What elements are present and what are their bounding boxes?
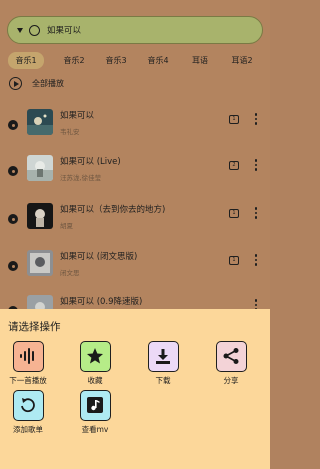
play-circle-icon bbox=[9, 77, 22, 90]
action-sheet: 请选择操作 下一首播放 收藏 下载 分享 添加歌单 查看mv bbox=[0, 309, 270, 469]
album-cover bbox=[27, 203, 53, 229]
tab-music1[interactable]: 音乐1 bbox=[8, 52, 44, 69]
action-label: 收藏 bbox=[87, 376, 103, 385]
search-bar[interactable]: 如果可以 bbox=[7, 16, 263, 44]
star-icon bbox=[79, 341, 111, 372]
action-label: 查看mv bbox=[81, 425, 109, 434]
song-artist: 汪苏泷,徐佳莹 bbox=[60, 174, 102, 182]
song-artist: 韦礼安 bbox=[60, 128, 80, 136]
quality-badge: 1 bbox=[229, 115, 239, 124]
more-options-icon[interactable] bbox=[253, 113, 259, 129]
play-next-action[interactable]: 下一首播放 bbox=[0, 341, 58, 386]
song-row[interactable]: 如果可以 韦礼安 1 bbox=[0, 106, 270, 146]
music-note-icon bbox=[79, 390, 111, 421]
action-label: 下载 bbox=[155, 376, 171, 385]
song-play-icon[interactable] bbox=[8, 214, 18, 224]
album-cover bbox=[27, 155, 53, 181]
song-artist: 胡夏 bbox=[60, 222, 73, 230]
download-action[interactable]: 下载 bbox=[133, 341, 193, 386]
sheet-heading: 请选择操作 bbox=[8, 321, 61, 333]
more-options-icon[interactable] bbox=[253, 159, 259, 175]
share-icon bbox=[215, 341, 247, 372]
tab-bar: 音乐1 音乐2 音乐3 音乐4 耳语 耳语2 bbox=[0, 52, 270, 69]
album-cover bbox=[27, 109, 53, 135]
search-input[interactable]: 如果可以 bbox=[47, 24, 81, 36]
search-circle-icon bbox=[29, 24, 40, 36]
album-cover bbox=[27, 250, 53, 276]
music-app: 如果可以 音乐1 音乐2 音乐3 音乐4 耳语 耳语2 全部播放 如果可以 韦礼… bbox=[0, 0, 270, 469]
playlist-add-icon bbox=[12, 390, 44, 421]
song-title: 如果可以（去到你去的地方) bbox=[60, 205, 166, 215]
more-options-icon[interactable] bbox=[253, 254, 259, 270]
tab-whisper2[interactable]: 耳语2 bbox=[224, 52, 260, 69]
more-options-icon[interactable] bbox=[253, 207, 259, 223]
action-label: 下一首播放 bbox=[9, 376, 47, 385]
view-mv-action[interactable]: 查看mv bbox=[65, 390, 125, 435]
song-title: 如果可以 bbox=[60, 111, 95, 121]
song-play-icon[interactable] bbox=[8, 261, 18, 271]
share-action[interactable]: 分享 bbox=[201, 341, 261, 386]
song-row[interactable]: 如果可以（去到你去的地方) 胡夏 1 bbox=[0, 200, 270, 240]
quality-badge: 1 bbox=[229, 256, 239, 265]
favorite-action[interactable]: 收藏 bbox=[65, 341, 125, 386]
song-title: 如果可以 (闭文思版) bbox=[60, 252, 138, 262]
song-title: 如果可以 (Live) bbox=[60, 157, 121, 167]
audio-wave-icon bbox=[12, 341, 44, 372]
tab-whisper[interactable]: 耳语 bbox=[182, 52, 218, 69]
download-icon bbox=[147, 341, 179, 372]
song-row[interactable]: 如果可以 (Live) 汪苏泷,徐佳莹 2 bbox=[0, 152, 270, 192]
song-row[interactable]: 如果可以 (闭文思版) 闭文思 1 bbox=[0, 247, 270, 287]
tab-music4[interactable]: 音乐4 bbox=[140, 52, 176, 69]
tab-music2[interactable]: 音乐2 bbox=[56, 52, 92, 69]
add-playlist-action[interactable]: 添加歌单 bbox=[0, 390, 58, 435]
quality-badge: 2 bbox=[229, 161, 239, 170]
action-label: 分享 bbox=[223, 376, 239, 385]
song-play-icon[interactable] bbox=[8, 120, 18, 130]
quality-badge: 1 bbox=[229, 209, 239, 218]
dropdown-caret-icon[interactable] bbox=[17, 27, 23, 33]
song-play-icon[interactable] bbox=[8, 166, 18, 176]
song-title: 如果可以 (0.9降速版) bbox=[60, 297, 143, 307]
play-all-label: 全部播放 bbox=[32, 79, 64, 88]
song-artist: 闭文思 bbox=[60, 269, 80, 277]
tab-music3[interactable]: 音乐3 bbox=[98, 52, 134, 69]
play-all-button[interactable]: 全部播放 bbox=[9, 77, 64, 90]
action-label: 添加歌单 bbox=[13, 425, 43, 434]
